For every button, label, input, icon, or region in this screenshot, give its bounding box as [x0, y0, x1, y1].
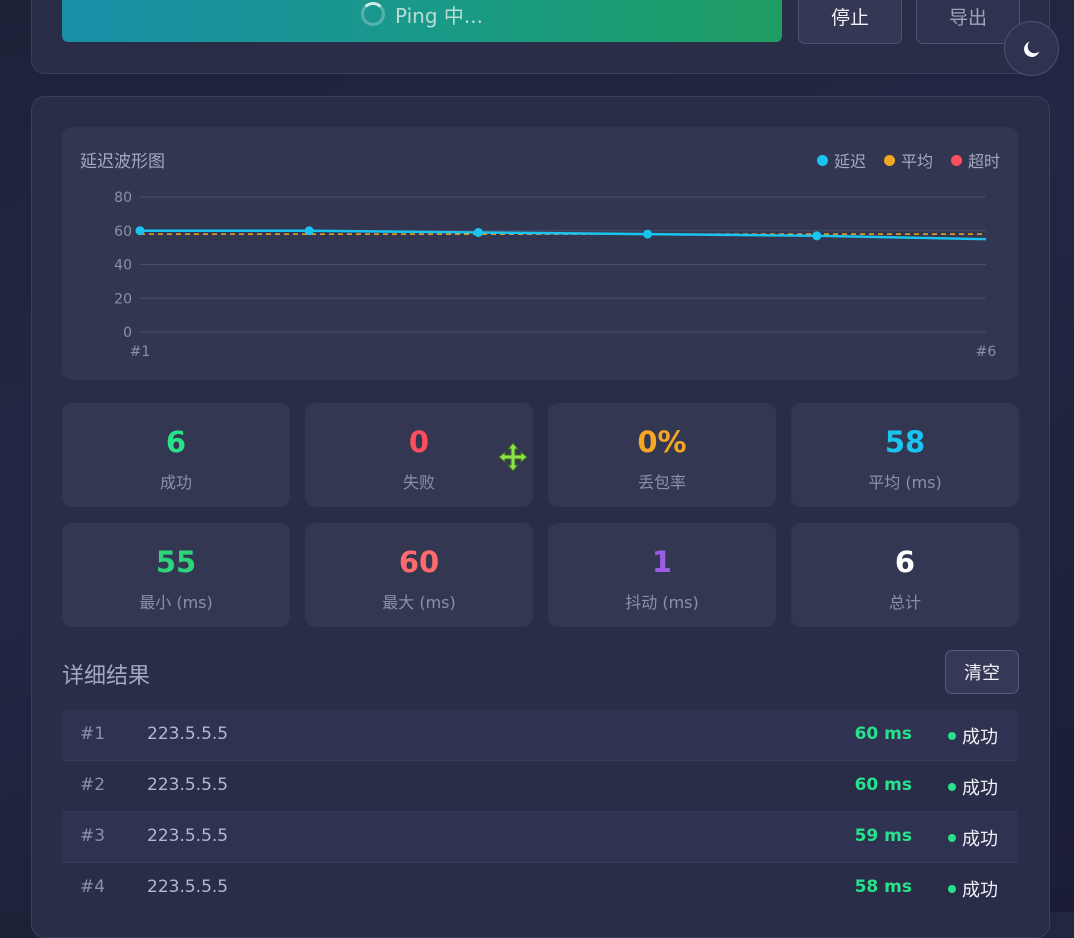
stat-total-label: 总计 — [888, 593, 921, 612]
latency-point — [643, 229, 653, 239]
result-ip: 223.5.5.5 — [147, 826, 229, 846]
chart-plot: 0 20 40 60 80 #1 #6 — [114, 190, 997, 360]
y-tick-label: 20 — [114, 291, 132, 307]
result-ip: 223.5.5.5 — [147, 877, 229, 897]
latency-point — [812, 231, 822, 241]
latency-series-line — [140, 229, 987, 241]
stat-loss-rate-value: 0% — [637, 425, 687, 459]
result-row: #2 223.5.5.5 60 ms 成功 — [62, 761, 1018, 812]
result-status-label: 成功 — [962, 778, 998, 799]
result-ip: 223.5.5.5 — [147, 724, 229, 744]
status-dot-icon — [948, 885, 956, 893]
stat-success: 6 成功 — [62, 403, 290, 507]
clear-button[interactable]: 清空 — [945, 650, 1019, 694]
move-cursor-icon — [498, 442, 528, 472]
y-tick-label: 40 — [114, 258, 132, 274]
result-status-label: 成功 — [962, 880, 998, 901]
export-button[interactable]: 导出 — [916, 0, 1020, 44]
stat-average: 58 平均 (ms) — [791, 403, 1019, 507]
stop-button[interactable]: 停止 — [798, 0, 902, 44]
result-index: #1 — [80, 724, 106, 744]
result-row: #4 223.5.5.5 58 ms 成功 — [62, 863, 1018, 912]
stat-jitter-label: 抖动 (ms) — [625, 593, 699, 612]
x-tick-label: #6 — [976, 344, 997, 360]
status-dot-icon — [948, 783, 956, 791]
y-tick-label: 80 — [114, 190, 132, 206]
status-dot-icon — [948, 732, 956, 740]
stat-average-label: 平均 (ms) — [868, 473, 942, 492]
stat-min-value: 55 — [155, 545, 197, 579]
theme-toggle-button[interactable] — [1004, 21, 1059, 76]
stat-min: 55 最小 (ms) — [62, 523, 290, 627]
latency-chart: 延迟波形图 延迟 平均 超时 0 20 40 60 80 #1 #6 — [62, 127, 1018, 380]
stat-jitter-value: 1 — [651, 545, 673, 579]
stat-min-label: 最小 (ms) — [139, 593, 213, 612]
result-status: 成功 — [948, 825, 998, 851]
moon-icon — [1023, 41, 1039, 57]
stop-button-label: 停止 — [830, 6, 869, 29]
result-latency: 60 ms — [854, 775, 912, 795]
result-index: #2 — [80, 775, 106, 795]
result-status: 成功 — [948, 774, 998, 800]
result-row: #1 223.5.5.5 60 ms 成功 — [62, 710, 1018, 761]
stat-average-value: 58 — [884, 425, 926, 459]
latency-point — [135, 226, 145, 236]
stat-failed-label: 失败 — [402, 473, 435, 492]
result-ip: 223.5.5.5 — [147, 775, 229, 795]
latency-point — [473, 227, 483, 237]
stat-max-label: 最大 (ms) — [382, 593, 456, 612]
y-tick-label: 60 — [114, 224, 132, 240]
stat-total: 6 总计 — [791, 523, 1019, 627]
stat-success-value: 6 — [165, 425, 187, 459]
result-status: 成功 — [948, 876, 998, 902]
stat-jitter: 1 抖动 (ms) — [548, 523, 776, 627]
status-dot-icon — [948, 834, 956, 842]
export-button-label: 导出 — [948, 6, 987, 29]
result-status-label: 成功 — [962, 727, 998, 748]
stat-loss-rate-label: 丢包率 — [637, 473, 686, 492]
latency-point — [304, 226, 314, 236]
results-title: 详细结果 — [62, 664, 151, 689]
result-index: #3 — [80, 826, 106, 846]
ping-button-label: Ping 中... — [395, 3, 483, 28]
stat-total-value: 6 — [894, 545, 916, 579]
result-index: #4 — [80, 877, 106, 897]
stat-max-value: 60 — [398, 545, 440, 579]
result-latency: 59 ms — [854, 826, 912, 846]
stat-success-label: 成功 — [159, 473, 192, 492]
stat-max: 60 最大 (ms) — [305, 523, 533, 627]
stat-loss-rate: 0% 丢包率 — [548, 403, 776, 507]
clear-button-label: 清空 — [964, 663, 1000, 684]
result-latency: 60 ms — [854, 724, 912, 744]
result-status-label: 成功 — [962, 829, 998, 850]
y-tick-label: 0 — [123, 325, 132, 341]
loading-spinner-icon — [361, 2, 385, 26]
result-latency: 58 ms — [854, 877, 912, 897]
x-tick-label: #1 — [130, 344, 151, 360]
ping-button[interactable]: Ping 中... — [62, 0, 782, 42]
result-status: 成功 — [948, 723, 998, 749]
result-row: #3 223.5.5.5 59 ms 成功 — [62, 812, 1018, 863]
